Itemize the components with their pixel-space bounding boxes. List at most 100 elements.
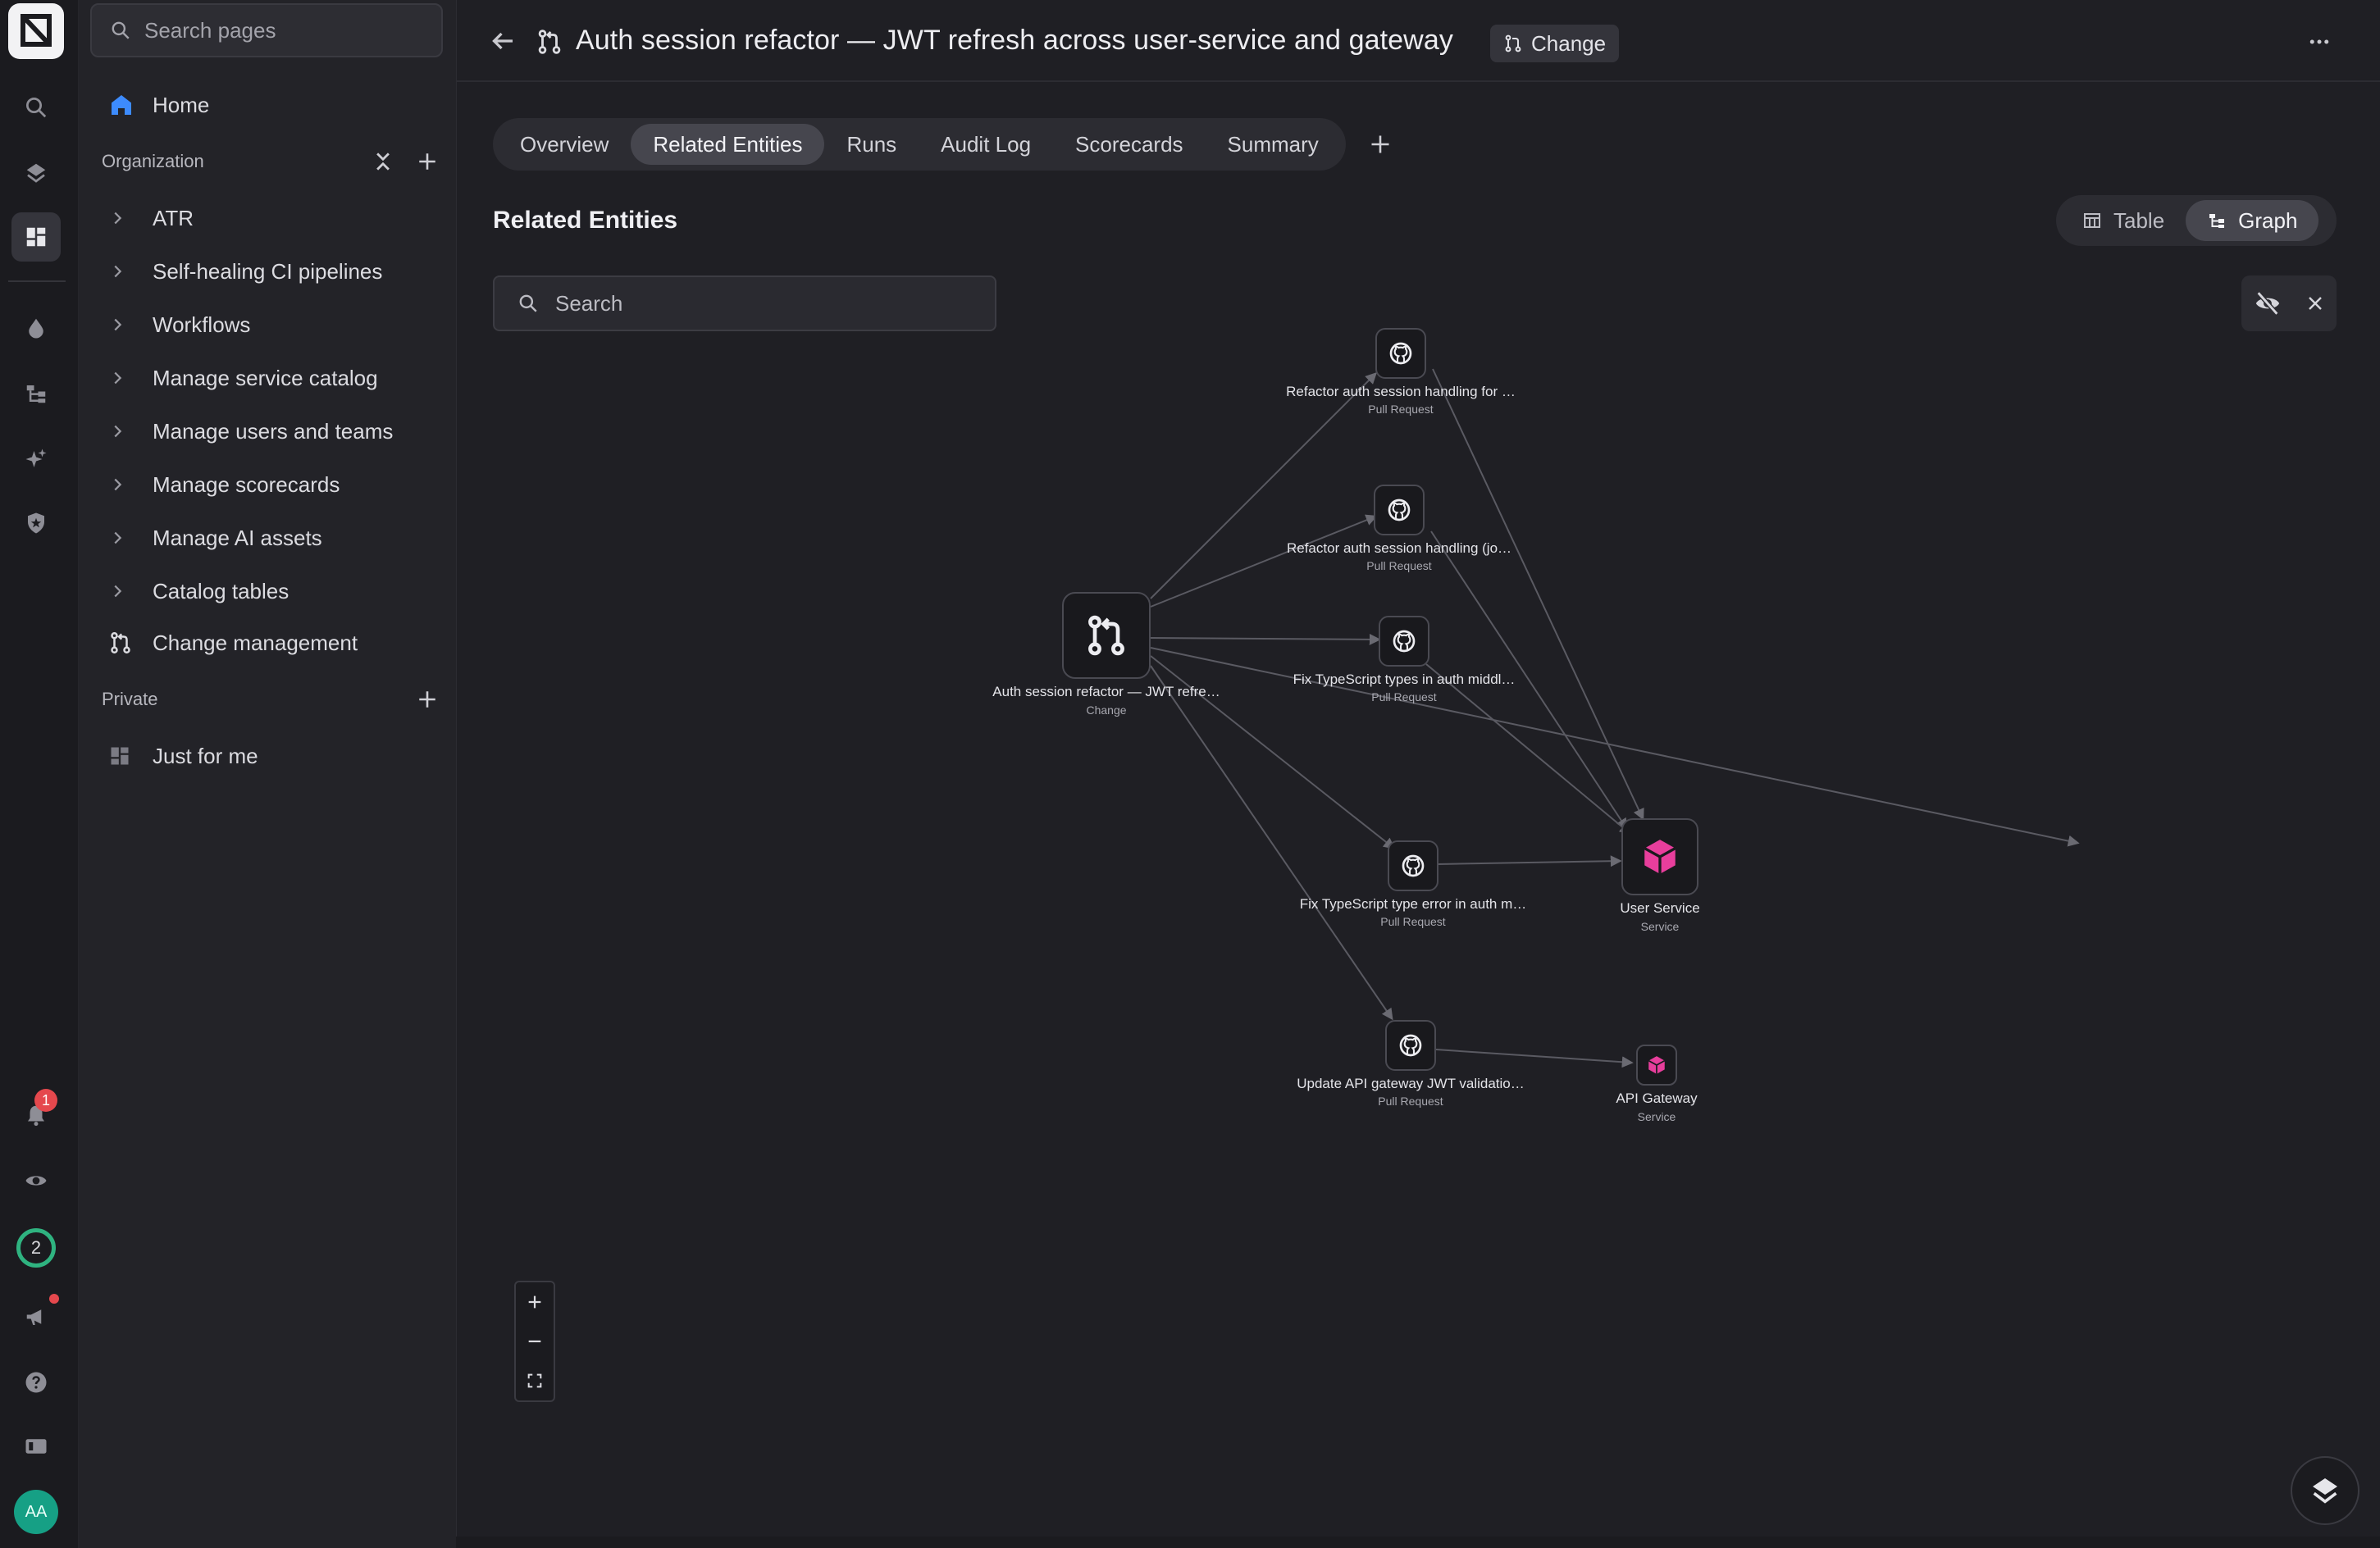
sparkles-icon bbox=[25, 448, 47, 467]
sidebar-item-manage-ai-assets[interactable]: Manage AI assets bbox=[90, 513, 443, 562]
section-title: Related Entities bbox=[493, 207, 678, 234]
rail-catalog-button[interactable] bbox=[11, 212, 61, 262]
view-toggle-graph[interactable]: Graph bbox=[2186, 200, 2319, 241]
hierarchy-icon bbox=[26, 385, 46, 403]
sidebar-item-label: Home bbox=[153, 92, 210, 117]
rail-graph-button[interactable] bbox=[11, 369, 61, 418]
chevron-right-icon[interactable] bbox=[108, 476, 138, 494]
more-options-button[interactable] bbox=[2307, 30, 2332, 61]
node-label: Auth session refactor — JWT refre… bbox=[992, 684, 1220, 699]
tab-overview[interactable]: Overview bbox=[498, 124, 631, 165]
rail-drop-button[interactable] bbox=[11, 303, 61, 353]
sidebar: Search pages Home Organization ATR Self-h… bbox=[79, 0, 456, 1548]
sidebar-item-workflows[interactable]: Workflows bbox=[90, 300, 443, 349]
rail-ai-button[interactable] bbox=[11, 435, 61, 484]
node-kind: Pull Request bbox=[1380, 915, 1446, 928]
chevron-right-icon[interactable] bbox=[108, 529, 138, 547]
search-icon bbox=[112, 21, 130, 39]
node-icon-box bbox=[1621, 818, 1698, 895]
tab-related-entities[interactable]: Related Entities bbox=[631, 124, 825, 165]
edge-change-pr2 bbox=[1150, 514, 1378, 608]
sidebar-item-just-for-me[interactable]: Just for me bbox=[90, 731, 443, 781]
node-label: Refactor auth session handling (jo… bbox=[1286, 540, 1512, 556]
view-toggle-label: Table bbox=[2113, 207, 2165, 233]
sidebar-item-label: Manage users and teams bbox=[153, 418, 394, 444]
tab-audit-log[interactable]: Audit Log bbox=[919, 124, 1053, 165]
add-icon[interactable] bbox=[417, 151, 438, 172]
node-icon-box bbox=[1062, 592, 1151, 679]
zoom-controls bbox=[514, 1281, 555, 1402]
cube-icon bbox=[1644, 840, 1676, 874]
dashboard-icon bbox=[108, 744, 138, 767]
sidebar-section-organization: Organization bbox=[102, 141, 438, 182]
fit-view-icon[interactable] bbox=[526, 1372, 544, 1390]
logo-icon bbox=[21, 14, 52, 47]
page-header: Auth session refactor — JWT refresh acro… bbox=[457, 0, 2380, 82]
edge-change-pr1 bbox=[1150, 372, 1377, 599]
chevron-right-icon[interactable] bbox=[108, 582, 138, 600]
chevron-right-icon[interactable] bbox=[108, 369, 138, 387]
rail-search-button[interactable] bbox=[11, 83, 61, 132]
add-tab-button[interactable] bbox=[1369, 133, 1392, 156]
view-toggle-label: Graph bbox=[2238, 207, 2298, 233]
git-pull-request-icon bbox=[1088, 615, 1124, 656]
rail-builder-button[interactable] bbox=[11, 148, 61, 198]
collapse-all-icon[interactable] bbox=[374, 150, 392, 173]
sidebar-search-input[interactable]: Search pages bbox=[90, 3, 443, 57]
rail-watch-button[interactable] bbox=[11, 1156, 61, 1205]
sidebar-search-placeholder: Search pages bbox=[144, 17, 276, 43]
node-kind: Pull Request bbox=[1366, 559, 1432, 572]
node-kind: Pull Request bbox=[1371, 690, 1437, 703]
node-icon-box bbox=[1385, 1020, 1436, 1071]
rail-divider bbox=[8, 280, 66, 282]
node-kind: Pull Request bbox=[1378, 1095, 1443, 1108]
sidebar-item-atr[interactable]: ATR bbox=[90, 194, 443, 243]
search-icon bbox=[519, 294, 537, 312]
zoom-out-icon[interactable] bbox=[526, 1332, 544, 1350]
sidebar-item-manage-users-and-teams[interactable]: Manage users and teams bbox=[90, 407, 443, 456]
arrow-left-icon bbox=[492, 32, 513, 50]
chevron-right-icon[interactable] bbox=[108, 422, 138, 440]
zoom-in-icon[interactable] bbox=[526, 1293, 544, 1311]
sidebar-item-home[interactable]: Home bbox=[90, 80, 443, 130]
app-logo[interactable] bbox=[8, 3, 64, 59]
entity-kind-badge[interactable]: Change bbox=[1490, 25, 1620, 62]
add-icon bbox=[1371, 135, 1389, 153]
dashboard-icon bbox=[26, 227, 46, 247]
back-button[interactable] bbox=[488, 26, 517, 56]
tab-runs[interactable]: Runs bbox=[824, 124, 919, 165]
eye-off-icon[interactable] bbox=[2254, 289, 2282, 317]
graph-search-input[interactable]: Search bbox=[493, 275, 996, 331]
rail-panel-toggle-button[interactable] bbox=[11, 1422, 61, 1471]
layers-icon bbox=[26, 163, 46, 183]
node-icon-box bbox=[1636, 1045, 1677, 1086]
icon-rail: 1 2 AA bbox=[0, 0, 79, 1548]
node-kind: Change bbox=[1086, 703, 1127, 717]
assistant-launcher-button[interactable] bbox=[2291, 1456, 2359, 1525]
node-kind: Service bbox=[1637, 1110, 1676, 1123]
sidebar-item-catalog-tables[interactable]: Catalog tables bbox=[90, 567, 443, 616]
sidebar-item-self-healing-ci-pipelines[interactable]: Self-healing CI pipelines bbox=[90, 247, 443, 296]
onboarding-progress[interactable]: 2 bbox=[16, 1228, 56, 1268]
sidebar-item-change-management[interactable]: Change management bbox=[90, 618, 443, 667]
chevron-right-icon[interactable] bbox=[108, 316, 138, 334]
close-icon[interactable] bbox=[2305, 294, 2325, 313]
add-icon[interactable] bbox=[417, 689, 438, 710]
github-icon bbox=[1399, 1034, 1422, 1057]
view-toggle-table[interactable]: Table bbox=[2061, 200, 2186, 241]
rail-help-button[interactable] bbox=[11, 1358, 61, 1407]
user-avatar[interactable]: AA bbox=[14, 1490, 58, 1534]
drop-icon bbox=[29, 318, 43, 339]
node-label: API Gateway bbox=[1616, 1090, 1698, 1106]
sidebar-item-manage-scorecards[interactable]: Manage scorecards bbox=[90, 460, 443, 509]
chevron-right-icon[interactable] bbox=[108, 262, 138, 280]
chevron-right-icon[interactable] bbox=[108, 209, 138, 227]
tab-group: Overview Related Entities Runs Audit Log Sco… bbox=[493, 118, 1346, 171]
sidebar-item-manage-service-catalog[interactable]: Manage service catalog bbox=[90, 353, 443, 403]
node-label: Fix TypeScript type error in auth m… bbox=[1299, 896, 1527, 912]
tab-summary[interactable]: Summary bbox=[1206, 124, 1341, 165]
edge-change-pr3 bbox=[1150, 633, 1381, 645]
tab-scorecards[interactable]: Scorecards bbox=[1053, 124, 1206, 165]
megaphone-icon bbox=[26, 1309, 42, 1325]
rail-security-button[interactable] bbox=[11, 499, 61, 548]
